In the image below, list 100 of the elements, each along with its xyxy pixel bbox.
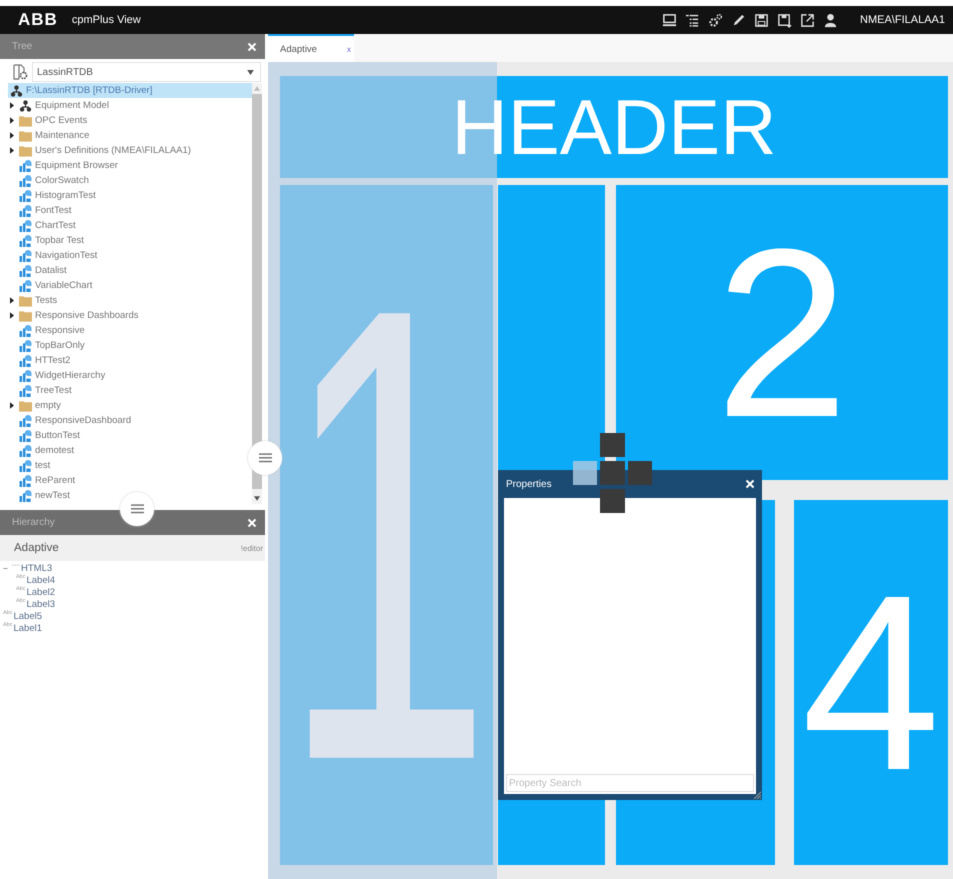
save-icon[interactable] bbox=[754, 12, 770, 28]
display-icon bbox=[19, 324, 32, 336]
tree-item[interactable]: NavigationTest bbox=[8, 248, 252, 263]
cell-number: 1 bbox=[280, 212, 492, 858]
expand-arrow-icon[interactable] bbox=[10, 132, 14, 139]
panel-splitter-handle[interactable] bbox=[120, 492, 154, 526]
tree-list-icon[interactable] bbox=[685, 12, 700, 28]
source-dropdown[interactable]: LassinRTDB bbox=[32, 62, 261, 82]
panel-title: Tree bbox=[12, 41, 32, 52]
display-icon bbox=[19, 174, 32, 186]
export-icon[interactable] bbox=[800, 12, 816, 28]
close-icon[interactable] bbox=[745, 479, 755, 489]
tree-item[interactable]: test bbox=[8, 458, 252, 473]
tree-item[interactable]: F:\LassinRTDB [RTDB-Driver] bbox=[8, 83, 252, 98]
tree-item[interactable]: newTest bbox=[8, 488, 252, 503]
tree-item[interactable]: ChartTest bbox=[8, 218, 252, 233]
display-icon bbox=[19, 220, 32, 232]
tree-item[interactable]: VariableChart bbox=[8, 278, 252, 293]
network-icon bbox=[19, 100, 32, 112]
resize-grip-icon[interactable] bbox=[753, 791, 761, 799]
display-icon bbox=[19, 190, 32, 202]
expand-arrow-icon[interactable] bbox=[10, 102, 14, 109]
expand-arrow-icon[interactable] bbox=[10, 402, 14, 409]
folder-icon bbox=[19, 130, 32, 142]
network-icon bbox=[10, 84, 23, 96]
tree-item[interactable]: FontTest bbox=[8, 203, 252, 218]
display-icon bbox=[19, 414, 32, 426]
document-tab[interactable]: Adaptive x bbox=[268, 34, 354, 62]
header-text: HEADER bbox=[451, 88, 777, 166]
display-icon bbox=[19, 250, 32, 262]
display-icon bbox=[19, 160, 32, 172]
tree-item[interactable]: Equipment Browser bbox=[8, 158, 252, 173]
tree-item[interactable]: ButtonTest bbox=[8, 428, 252, 443]
display-icon bbox=[19, 354, 32, 366]
display-icon bbox=[19, 234, 32, 246]
scroll-down-icon[interactable] bbox=[254, 496, 260, 501]
tree-item[interactable]: Responsive bbox=[8, 323, 252, 338]
tab-close-button[interactable]: x bbox=[346, 44, 351, 54]
display-icon bbox=[19, 384, 32, 396]
folder-icon bbox=[19, 294, 32, 306]
caret-icon[interactable] bbox=[247, 70, 254, 74]
display-icon bbox=[19, 340, 32, 352]
cell-number: 4 bbox=[801, 558, 941, 808]
expand-arrow-icon[interactable] bbox=[10, 117, 14, 124]
folder-icon bbox=[19, 400, 32, 412]
app-title: cpmPlus View bbox=[72, 14, 141, 26]
tree-item[interactable]: empty bbox=[8, 398, 252, 413]
tree-item[interactable]: TopBarOnly bbox=[8, 338, 252, 353]
tree-item[interactable]: ResponsiveDashboard bbox=[8, 413, 252, 428]
close-icon[interactable] bbox=[247, 518, 257, 528]
display-icon bbox=[19, 204, 32, 216]
html-icon bbox=[12, 564, 20, 568]
tree-item[interactable]: ReParent bbox=[8, 473, 252, 488]
display-icon bbox=[19, 474, 32, 486]
monitor-icon[interactable] bbox=[662, 12, 678, 28]
document-name: Adaptive bbox=[14, 542, 59, 554]
display-icon bbox=[19, 370, 32, 382]
display-icon bbox=[19, 280, 32, 292]
tree-item[interactable]: Equipment Model bbox=[8, 98, 252, 113]
tree-item[interactable]: Responsive Dashboards bbox=[8, 308, 252, 323]
tree-item[interactable]: demotest bbox=[8, 443, 252, 458]
tree-item[interactable]: User's Definitions (NMEA\FILALAA1) bbox=[8, 143, 252, 158]
display-icon bbox=[19, 490, 32, 502]
scrollbar[interactable] bbox=[252, 83, 262, 504]
tree-item[interactable]: ColorSwatch bbox=[8, 173, 252, 188]
tree-item[interactable]: OPC Events bbox=[8, 113, 252, 128]
logo: ABB bbox=[18, 10, 58, 30]
expand-arrow-icon[interactable] bbox=[10, 147, 14, 154]
tree-item[interactable]: Datalist bbox=[8, 263, 252, 278]
expand-arrow-icon[interactable] bbox=[10, 312, 14, 319]
mode-label: !editor bbox=[240, 544, 263, 552]
display-icon bbox=[19, 430, 32, 442]
tree-item[interactable]: WidgetHierarchy bbox=[8, 368, 252, 383]
move-handle-drawing[interactable] bbox=[573, 433, 653, 514]
pencil-icon[interactable] bbox=[731, 12, 746, 28]
folder-icon bbox=[19, 310, 32, 322]
cell-number: 2 bbox=[715, 212, 849, 452]
collapse-icon[interactable] bbox=[3, 566, 8, 570]
display-icon bbox=[19, 444, 32, 456]
close-icon[interactable] bbox=[247, 42, 257, 52]
folder-icon bbox=[19, 144, 32, 156]
property-search-field[interactable]: Property Search bbox=[506, 774, 754, 792]
tree-item[interactable]: HTTest2 bbox=[8, 353, 252, 368]
display-icon bbox=[19, 264, 32, 276]
panel-title: Hierarchy bbox=[12, 517, 55, 528]
tree-item[interactable]: Topbar Test bbox=[8, 233, 252, 248]
tree-item[interactable]: HistogramTest bbox=[8, 188, 252, 203]
settings-icon[interactable] bbox=[708, 12, 724, 28]
save-as-icon[interactable] bbox=[777, 12, 792, 28]
display-icon bbox=[19, 460, 32, 472]
tree-item[interactable]: Maintenance bbox=[8, 128, 252, 143]
user-icon[interactable] bbox=[823, 12, 838, 28]
folder-icon bbox=[19, 114, 32, 126]
user-name[interactable]: NMEA\FILALAA1 bbox=[860, 14, 945, 26]
tree-item[interactable]: Tests bbox=[8, 293, 252, 308]
expand-arrow-icon[interactable] bbox=[10, 297, 14, 304]
hierarchy-item[interactable]: HTML3 bbox=[0, 562, 265, 574]
document-gear-icon bbox=[12, 64, 28, 80]
tree-item[interactable]: TreeTest bbox=[8, 383, 252, 398]
dialog-title: Properties bbox=[506, 478, 552, 490]
